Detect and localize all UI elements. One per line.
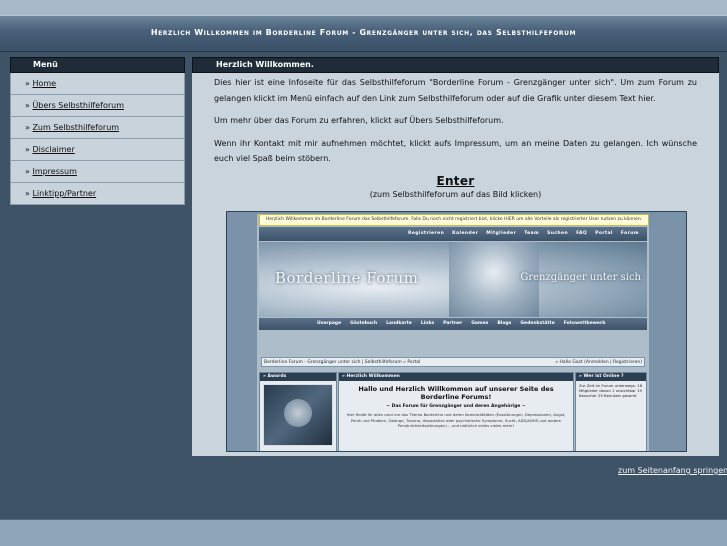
preview-nav-item: Gästebuch <box>350 321 378 326</box>
home-link[interactable]: Home <box>32 79 56 88</box>
sidebar-item-about[interactable]: » Übers Selbsthilfeforum <box>10 95 185 117</box>
header-title: Herzlich Willkommen im Borderline Forum … <box>150 28 577 37</box>
about-forum-link[interactable]: Übers Selbsthilfeforum <box>32 101 124 110</box>
disclaimer-link[interactable]: Disclaimer <box>32 145 74 154</box>
preview-welcome-box: » Herzlich Willkommen Hallo und Herzlich… <box>338 372 574 451</box>
main-content: Herzlich Willkommen. Dies hier ist eine … <box>192 57 719 456</box>
welcome-subheading: ~ Das Forum für Grenzgänger und deren An… <box>386 404 526 409</box>
preview-nav-item: Registrieren <box>407 231 445 236</box>
welcome-heading: Hallo und Herzlich Willkommen auf unsere… <box>358 385 554 401</box>
preview-breadcrumb-text: Borderline Forum - Grenzgänger unter sic… <box>264 360 421 365</box>
preview-nav-item: Userpage <box>317 321 342 326</box>
sidebar-item-impressum[interactable]: » Impressum <box>10 161 185 183</box>
forum-preview-image[interactable]: Herzlich Willkommen im Borderline Forum … <box>226 211 687 452</box>
welcome-head: » Herzlich Willkommen <box>339 373 573 381</box>
online-text: Zur Zeit im Forum unterwegs: 18 Mitglied… <box>579 383 643 398</box>
bullet: » <box>25 101 30 110</box>
preview-page: Herzlich Willkommen im Borderline Forum … <box>257 214 649 451</box>
preview-nav-item: FAQ <box>576 231 588 236</box>
banner-subtitle: Grenzgänger unter sich <box>520 272 641 283</box>
preview-breadcrumb: Borderline Forum - Grenzgänger unter sic… <box>261 357 645 367</box>
preview-nav-item: Team <box>524 231 540 236</box>
bullet: » <box>25 123 30 132</box>
sidebar-item-home[interactable]: » Home <box>10 73 185 95</box>
banner-title: Borderline Forum <box>275 269 419 287</box>
preview-nav-item: Suchen <box>547 231 569 236</box>
awards-head: » Awards <box>260 373 336 381</box>
preview-notice: Herzlich Willkommen im Borderline Forum … <box>259 214 649 226</box>
preview-awards-box: » Awards <box>259 372 337 451</box>
preview-nav-item: Forum <box>620 231 639 236</box>
preview-login-text: » Hallo Gast (Anmelden | Registrieren) <box>555 360 642 365</box>
intro-paragraph: Dies hier ist eine Infoseite für das Sel… <box>214 78 697 103</box>
sidebar-menu: Menü » Home » Übers Selbsthilfeforum » Z… <box>10 57 185 205</box>
partner-link[interactable]: Linktipp/Partner <box>32 189 96 198</box>
bullet: » <box>25 145 30 154</box>
enter-caption: (zum Selbsthilfeforum auf das Bild klick… <box>369 189 542 199</box>
enter-link[interactable]: Enter <box>192 174 719 188</box>
bullet: » <box>25 79 30 88</box>
about-paragraph: Um mehr über das Forum zu erfahren, klic… <box>214 116 504 125</box>
impressum-link[interactable]: Impressum <box>32 167 76 176</box>
award-emblem <box>284 399 312 427</box>
welcome-text: Hier findet ihr alles rund um das Thema … <box>346 412 566 428</box>
bullet: » <box>25 189 30 198</box>
page-header: Herzlich Willkommen im Borderline Forum … <box>0 15 727 52</box>
online-head: » Wer ist Online ? <box>576 373 646 381</box>
award-image <box>263 384 333 446</box>
top-strip <box>0 0 727 15</box>
preview-sub-nav: Userpage Gästebuch Landkarte Links Partner Ga… <box>259 318 647 330</box>
preview-banner: Borderline Forum Grenzgänger unter sich <box>259 242 647 317</box>
back-to-top-link[interactable]: zum Seitenanfang springen <box>618 466 727 475</box>
preview-nav-item: Kalender <box>452 231 479 236</box>
preview-nav-item: Fotowettbewerb <box>563 321 606 326</box>
content-title: Herzlich Willkommen. <box>192 57 719 73</box>
preview-online-box: » Wer ist Online ? Zur Zeit im Forum unt… <box>575 372 647 451</box>
sidebar-item-forum[interactable]: » Zum Selbsthilfeforum <box>10 117 185 139</box>
sidebar-item-disclaimer[interactable]: » Disclaimer <box>10 139 185 161</box>
sidebar-item-partner[interactable]: » Linktipp/Partner <box>10 183 185 205</box>
bullet: » <box>25 167 30 176</box>
contact-paragraph: Wenn ihr Kontakt mit mir aufnehmen möcht… <box>214 138 697 164</box>
preview-nav-item: Links <box>420 321 435 326</box>
preview-nav-item: Gedenkstätte <box>520 321 555 326</box>
bottom-strip <box>0 519 727 546</box>
preview-nav-item: Blogs <box>497 321 512 326</box>
preview-nav-item: Portal <box>595 231 613 236</box>
sidebar-title: Menü <box>10 57 185 73</box>
preview-nav-item: Landkarte <box>386 321 412 326</box>
preview-top-nav: Registrieren Kalender Mitglieder Team Suchen… <box>259 227 647 241</box>
to-forum-link[interactable]: Zum Selbsthilfeforum <box>32 123 119 132</box>
preview-nav-item: Partner <box>443 321 463 326</box>
preview-nav-item: Mitglieder <box>486 231 517 236</box>
preview-nav-item: Games <box>471 321 489 326</box>
preview-spacer <box>259 330 647 354</box>
